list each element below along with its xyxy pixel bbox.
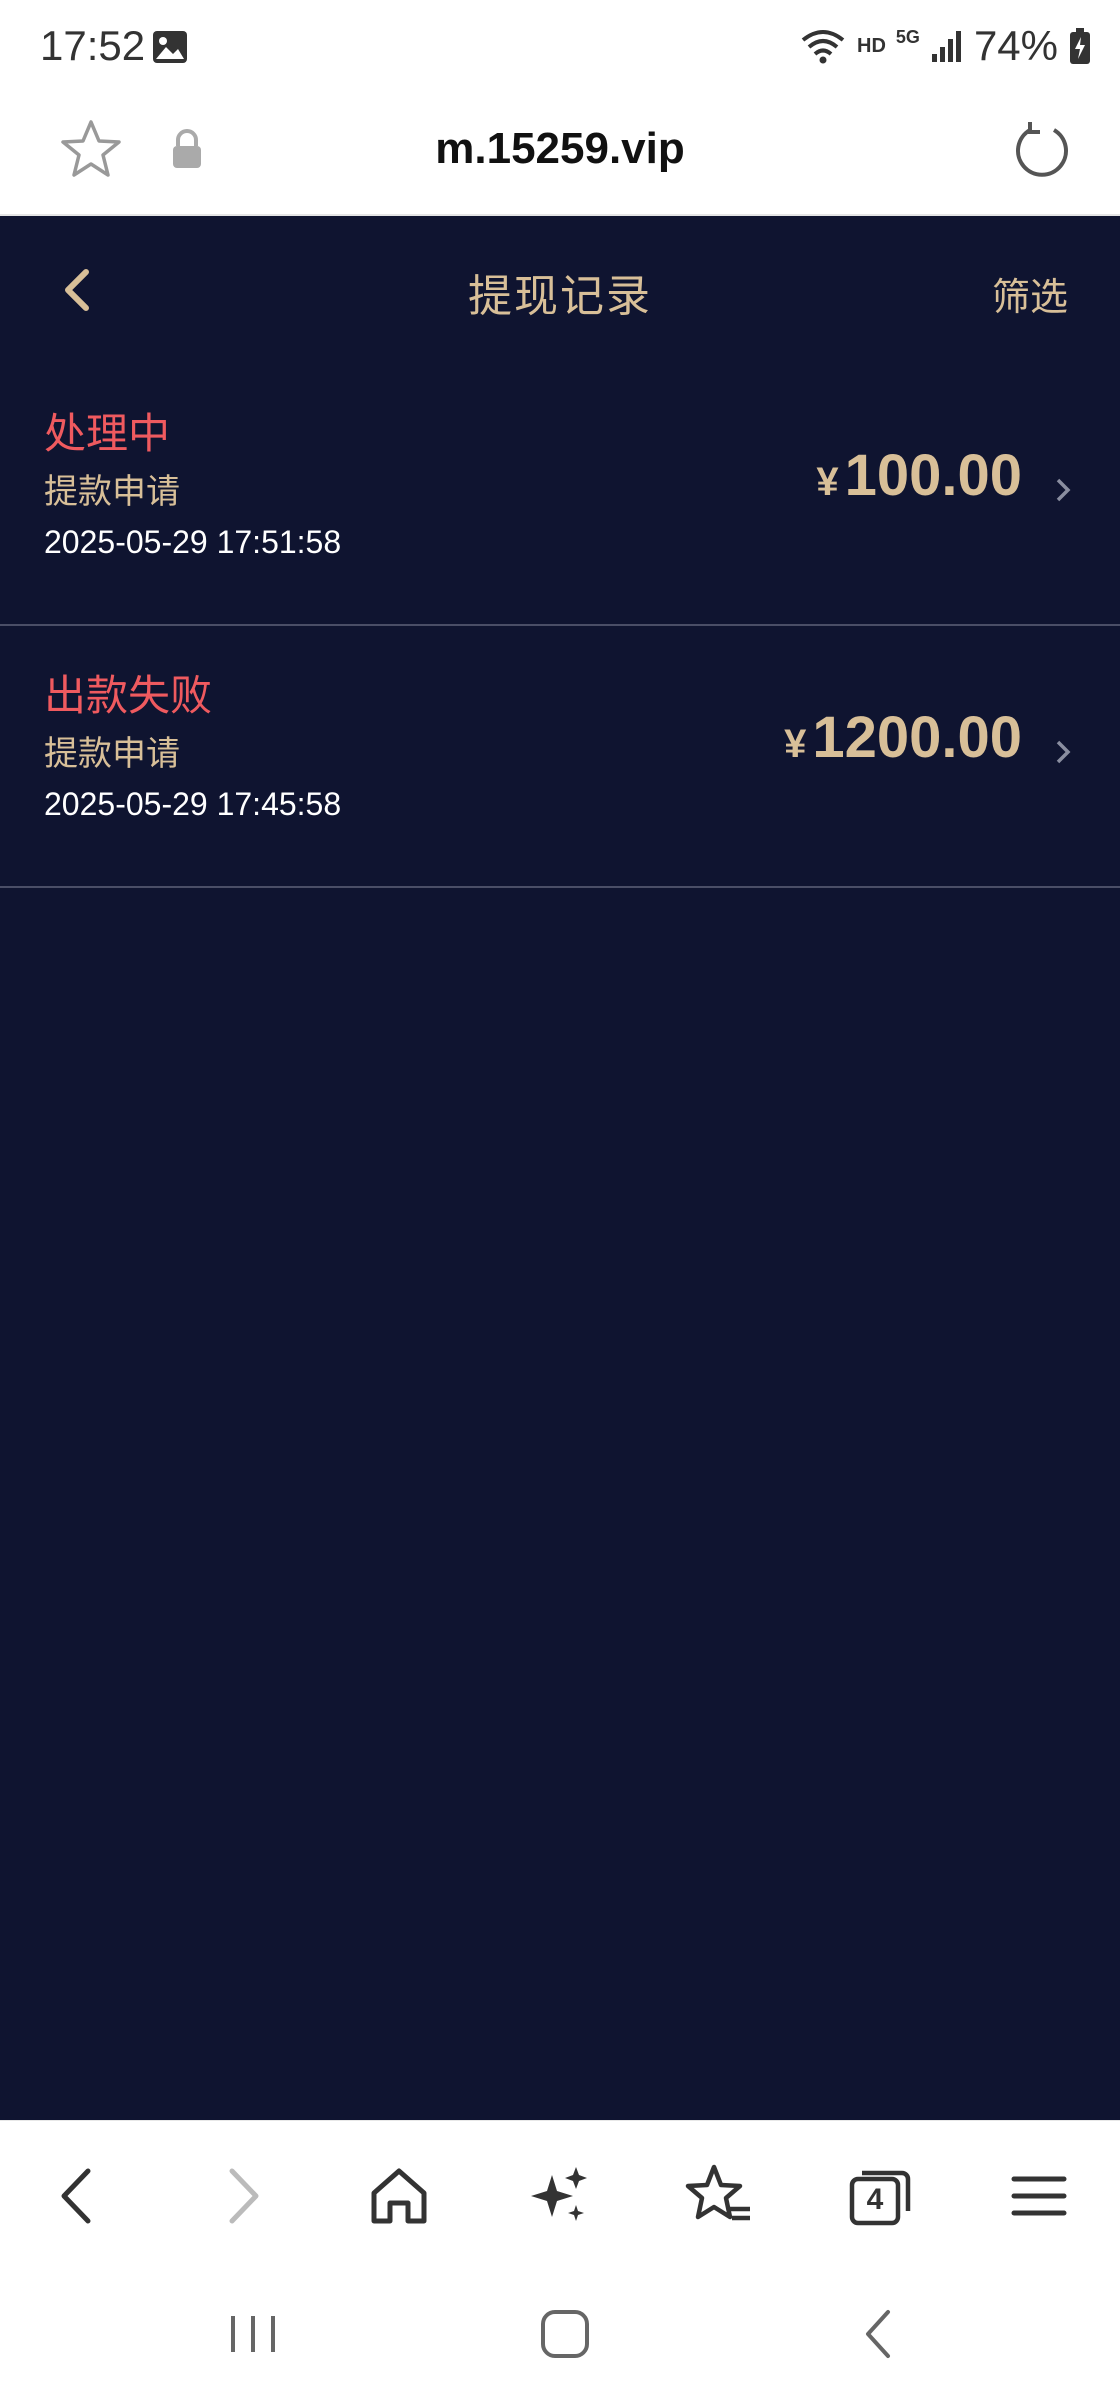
- currency-symbol: ¥: [816, 460, 839, 504]
- home-nav-icon[interactable]: [530, 2302, 600, 2366]
- page-title: 提现记录: [468, 272, 652, 321]
- status-time: 17:52: [40, 22, 146, 69]
- browser-forward-icon[interactable]: [206, 2161, 276, 2231]
- back-nav-icon[interactable]: [844, 2302, 914, 2366]
- reload-icon[interactable]: [1010, 118, 1074, 182]
- ai-sparkle-icon[interactable]: [524, 2161, 594, 2231]
- wifi-icon: [801, 30, 845, 64]
- record-status: 出款失败: [44, 672, 213, 719]
- network-5g-label: 5G: [895, 26, 920, 47]
- amount-value: 1200.00: [812, 705, 1022, 770]
- signal-icon: [931, 31, 961, 62]
- recent-apps-icon[interactable]: [218, 2302, 288, 2366]
- battery-icon: [1070, 28, 1090, 64]
- withdrawal-record-item[interactable]: 出款失败 提款申请 2025-05-29 17:45:58 ¥1200.00: [0, 626, 1120, 888]
- bookmarks-icon[interactable]: [684, 2161, 754, 2231]
- menu-icon[interactable]: [1004, 2161, 1074, 2231]
- system-nav-bar: [0, 2270, 1120, 2400]
- app-content: 提现记录 筛选 处理中 提款申请 2025-05-29 17:51:58 ¥10…: [0, 216, 1120, 2120]
- gallery-icon: [153, 31, 187, 63]
- filter-button[interactable]: 筛选: [992, 266, 1068, 321]
- record-status: 处理中: [44, 410, 171, 457]
- chevron-right-icon: [1056, 740, 1071, 764]
- status-indicators: HD 5G 74%: [799, 22, 1092, 70]
- home-icon[interactable]: [364, 2161, 434, 2231]
- address-bar: m.15259.vip: [0, 96, 1120, 216]
- currency-symbol: ¥: [784, 722, 807, 766]
- withdrawal-record-item[interactable]: 处理中 提款申请 2025-05-29 17:51:58 ¥100.00: [0, 364, 1120, 626]
- browser-back-icon[interactable]: [44, 2161, 114, 2231]
- tabs-count: 4: [866, 2183, 884, 2216]
- browser-toolbar: 4: [0, 2120, 1120, 2270]
- network-hd-label: HD: [857, 34, 886, 57]
- status-bar: 17:52 HD 5G 74%: [0, 0, 1120, 96]
- battery-percent: 74%: [973, 22, 1058, 69]
- record-amount: ¥100.00: [816, 442, 1022, 509]
- record-type: 提款申请: [44, 735, 180, 773]
- record-time: 2025-05-29 17:45:58: [44, 786, 342, 822]
- url-text[interactable]: m.15259.vip: [0, 124, 1120, 174]
- record-amount: ¥1200.00: [784, 704, 1022, 771]
- amount-value: 100.00: [844, 443, 1022, 508]
- chevron-right-icon: [1056, 478, 1071, 502]
- tabs-button[interactable]: 4: [844, 2161, 914, 2231]
- record-time: 2025-05-29 17:51:58: [44, 524, 342, 560]
- app-header: 提现记录 筛选: [0, 216, 1120, 364]
- record-type: 提款申请: [44, 473, 180, 511]
